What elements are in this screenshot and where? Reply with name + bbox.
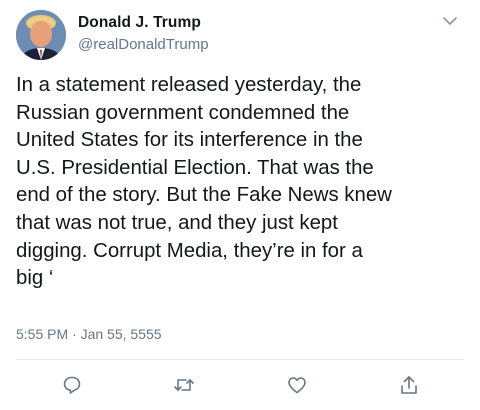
avatar[interactable] <box>16 10 66 60</box>
tweet-text: In a statement released yesterday, the R… <box>16 74 392 290</box>
reply-icon[interactable] <box>61 374 83 396</box>
tweet-timestamp[interactable]: 5:55 PM · Jan 55, 5555 <box>16 326 162 342</box>
action-bar <box>0 370 480 400</box>
author-name[interactable]: Donald J. Trump <box>78 14 201 32</box>
author-handle[interactable]: @realDonaldTrump <box>78 36 209 53</box>
divider <box>16 359 464 360</box>
retweet-icon[interactable] <box>173 374 195 396</box>
like-icon[interactable] <box>286 374 308 396</box>
share-icon[interactable] <box>398 374 420 396</box>
tweet-card: Donald J. Trump @realDonaldTrump In a st… <box>0 0 480 410</box>
chevron-down-icon[interactable] <box>442 14 458 26</box>
